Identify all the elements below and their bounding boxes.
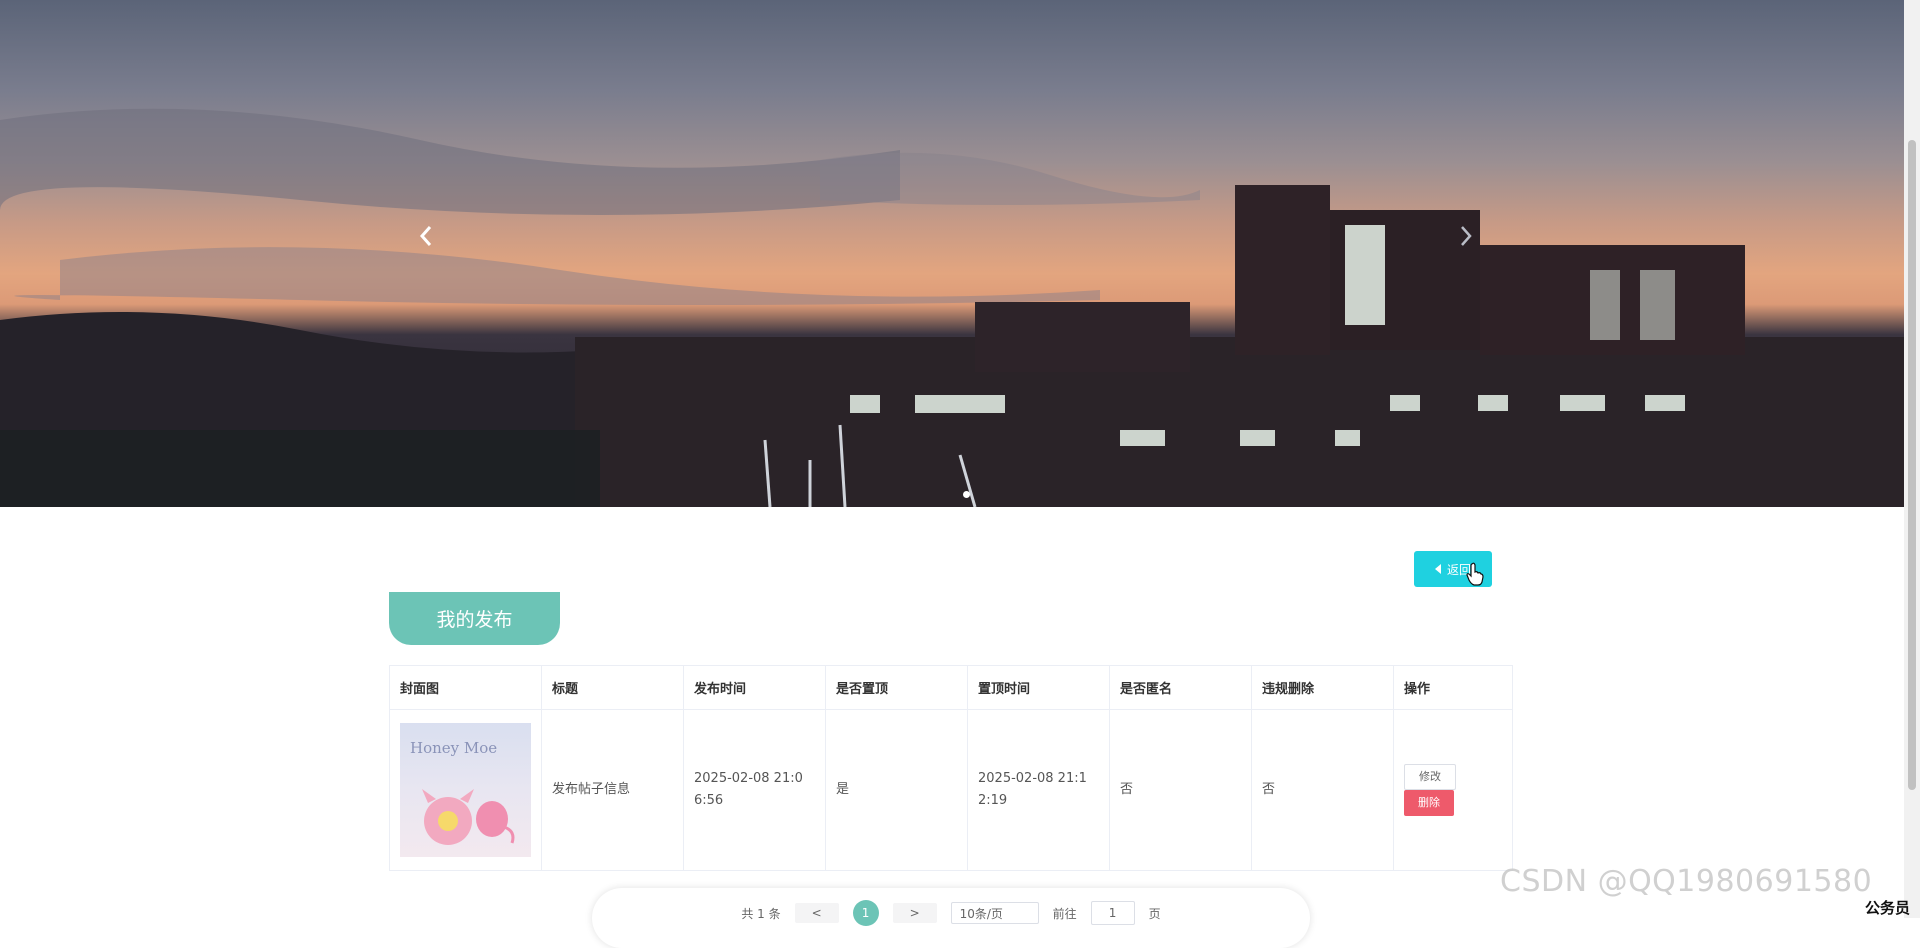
section-title-tab: 我的发布: [389, 592, 560, 645]
column-header-actions: 操作: [1393, 665, 1513, 710]
chevron-right-icon: [1461, 226, 1472, 246]
banner-carousel: [0, 0, 1904, 507]
column-header-top-time: 置顶时间: [967, 665, 1110, 710]
column-header-title: 标题: [541, 665, 684, 710]
column-header-cover: 封面图: [389, 665, 542, 710]
product-illustration: [422, 789, 515, 845]
anonymous-cell: 否: [1109, 709, 1252, 871]
delete-button[interactable]: 删除: [1404, 790, 1454, 816]
top-time-cell: 2025-02-08 21:12:19: [967, 709, 1110, 871]
title-cell: 发布帖子信息: [541, 709, 684, 871]
column-header-violation: 违规删除: [1251, 665, 1394, 710]
pagination-page-1[interactable]: 1: [852, 900, 879, 926]
column-header-is-top: 是否置顶: [825, 665, 968, 710]
csdn-watermark: CSDN @QQ1980691580: [1500, 864, 1873, 899]
page-scrollbar[interactable]: [1904, 0, 1920, 918]
is-top-cell: 是: [825, 709, 968, 871]
pagination-next-button[interactable]: >: [892, 903, 937, 923]
hand-cursor-icon: [1466, 562, 1484, 586]
pagination-prev-button[interactable]: <: [794, 903, 839, 923]
posts-table: 封面图 标题 发布时间 是否置顶 置顶时间 是否匿名 违规删除 操作 Honey…: [389, 665, 1513, 871]
carousel-dot[interactable]: [963, 491, 970, 498]
table-row: Honey Moe 发布帖子信息 2025-02-08 21:06:56 是 2…: [389, 709, 1513, 871]
column-header-publish-time: 发布时间: [683, 665, 826, 710]
edit-button[interactable]: 修改: [1404, 764, 1456, 790]
column-header-anonymous: 是否匿名: [1109, 665, 1252, 710]
pagination-card: 共 1 条 < 1 > 10条/页 前往 1 页: [592, 888, 1310, 948]
carousel-next-button[interactable]: [1458, 225, 1486, 253]
campus-sunset-image: [0, 108, 1904, 507]
cover-image[interactable]: Honey Moe: [400, 723, 531, 857]
chevron-left-icon: [419, 226, 432, 246]
carousel-prev-button[interactable]: [418, 225, 446, 253]
pagination: 共 1 条 < 1 > 10条/页 前往 1 页: [592, 900, 1310, 926]
corner-text: 公务员: [1865, 899, 1911, 917]
publish-time-cell: 2025-02-08 21:06:56: [683, 709, 826, 871]
table-header-row: 封面图 标题 发布时间 是否置顶 置顶时间 是否匿名 违规删除 操作: [389, 665, 1513, 710]
pagination-goto-suffix: 页: [1148, 906, 1161, 921]
pagination-goto-input[interactable]: 1: [1090, 901, 1135, 925]
violation-cell: 否: [1251, 709, 1394, 871]
pagination-goto-prefix: 前往: [1052, 906, 1077, 921]
caret-left-icon: [1434, 564, 1441, 574]
page-size-select[interactable]: 10条/页: [950, 902, 1039, 924]
section-title: 我的发布: [436, 609, 513, 631]
pagination-total: 共 1 条: [741, 906, 781, 921]
cover-cell: Honey Moe: [389, 709, 542, 871]
actions-cell: 修改删除: [1393, 709, 1513, 871]
scrollbar-thumb[interactable]: [1908, 140, 1916, 790]
